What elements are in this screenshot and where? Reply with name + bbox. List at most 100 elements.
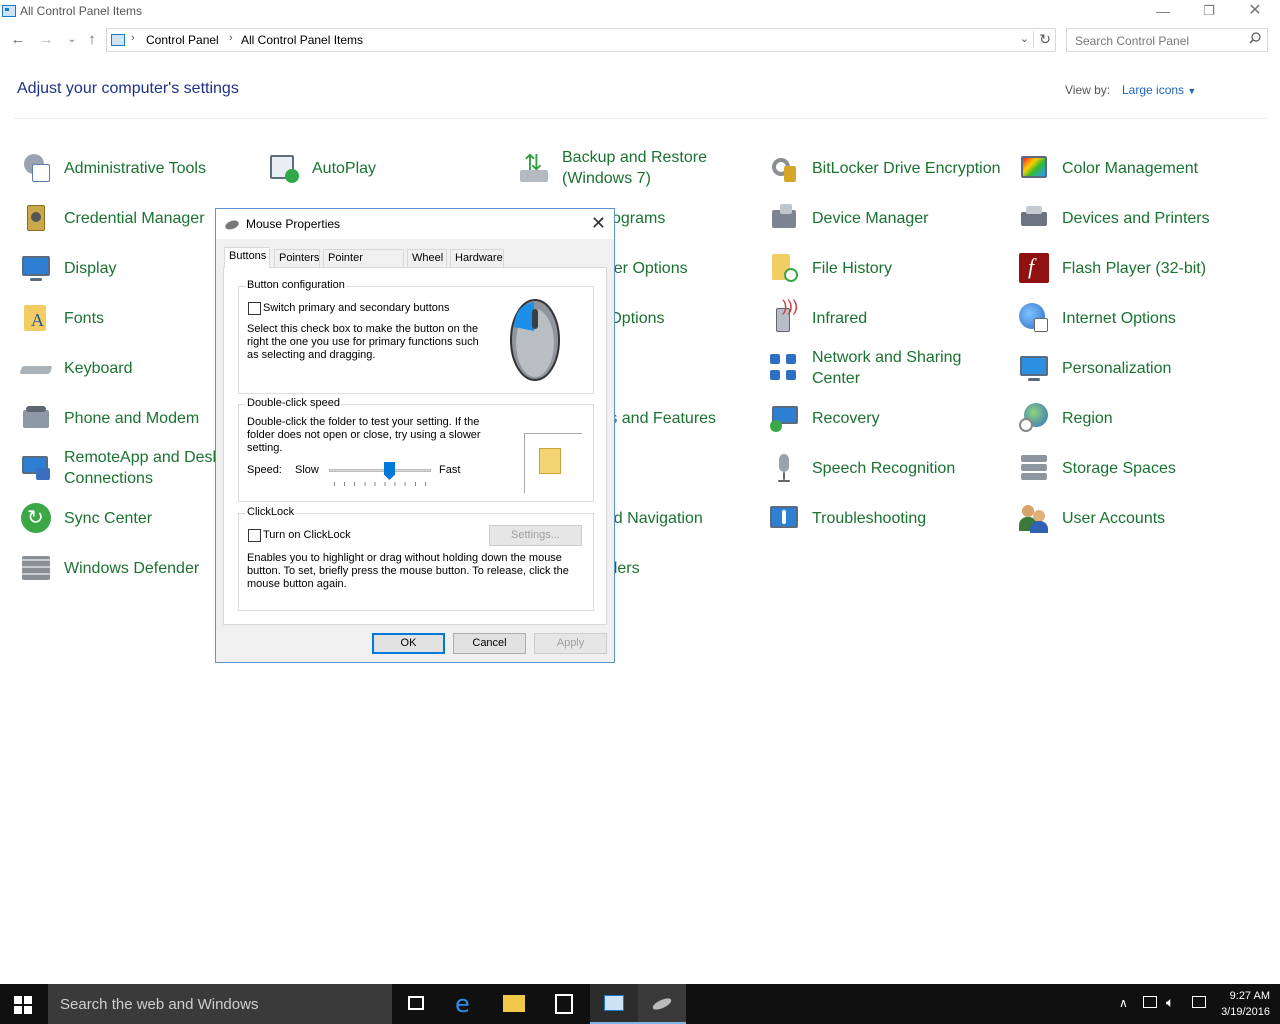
network-tray-icon[interactable] bbox=[1143, 996, 1157, 1008]
item-device-manager[interactable]: Device Manager bbox=[764, 197, 1002, 239]
mouse-properties-taskbar-icon[interactable] bbox=[638, 984, 686, 1024]
system-clock[interactable]: 9:27 AM 3/19/2016 bbox=[1221, 988, 1270, 1020]
restore-button[interactable]: ❐ bbox=[1186, 0, 1232, 24]
tab-pointer-options[interactable]: Pointer Options bbox=[323, 249, 404, 280]
apply-button[interactable]: Apply bbox=[534, 633, 607, 654]
file-history-icon bbox=[768, 252, 800, 284]
item-mouse-and-navigation[interactable]: and Navigation bbox=[596, 497, 746, 539]
item-storage-spaces[interactable]: Storage Spaces bbox=[1014, 447, 1252, 489]
item-internet-options[interactable]: Internet Options bbox=[1014, 297, 1252, 339]
test-folder-area[interactable] bbox=[524, 433, 582, 493]
bitlocker-icon bbox=[768, 152, 800, 184]
clicklock-label[interactable]: Turn on ClickLock bbox=[263, 529, 351, 542]
item-autoplay[interactable]: AutoPlay bbox=[264, 147, 502, 189]
tab-pointers[interactable]: Pointers bbox=[274, 249, 320, 267]
item-indexing-options[interactable]: g Options bbox=[596, 297, 736, 339]
item-label: and Navigation bbox=[596, 509, 703, 527]
taskbar-search-box[interactable]: Search the web and Windows bbox=[48, 984, 392, 1024]
navigation-bar: ← → ⌄ ↑ › Control Panel › All Control Pa… bbox=[0, 26, 1280, 54]
view-by-dropdown[interactable]: Large icons ▼ bbox=[1122, 83, 1196, 97]
view-by-label: View by: bbox=[1065, 83, 1111, 97]
tab-wheel[interactable]: Wheel bbox=[407, 249, 447, 267]
item-programs-and-features[interactable]: ms and Features bbox=[596, 397, 746, 439]
item-region[interactable]: Region bbox=[1014, 397, 1252, 439]
item-label: Devices and Printers bbox=[1062, 209, 1210, 227]
address-bar[interactable]: › Control Panel › All Control Panel Item… bbox=[106, 28, 1056, 52]
page-title: Adjust your computer's settings bbox=[17, 80, 239, 97]
slider-track bbox=[329, 469, 431, 472]
breadcrumb-control-panel[interactable]: Control Panel bbox=[146, 33, 219, 47]
windows-start-icon[interactable] bbox=[14, 996, 32, 1014]
item-infrared[interactable]: ))) Infrared bbox=[764, 297, 1002, 339]
back-arrow-icon[interactable]: ← bbox=[8, 30, 28, 50]
up-arrow-icon[interactable]: ↑ bbox=[82, 30, 102, 50]
search-placeholder: Search Control Panel bbox=[1075, 34, 1190, 48]
edge-browser-icon[interactable]: e bbox=[442, 984, 490, 1024]
store-icon[interactable] bbox=[540, 984, 588, 1024]
item-administrative-tools[interactable]: Administrative Tools bbox=[16, 147, 254, 189]
item-personalization[interactable]: Personalization bbox=[1014, 347, 1252, 389]
item-label: Administrative Tools bbox=[64, 159, 206, 177]
dialog-close-icon[interactable]: ✕ bbox=[591, 213, 606, 234]
item-speech-recognition[interactable]: Speech Recognition bbox=[764, 447, 1002, 489]
cancel-button[interactable]: Cancel bbox=[453, 633, 526, 654]
switch-buttons-label[interactable]: Switch primary and secondary buttons bbox=[263, 302, 449, 315]
tab-hardware[interactable]: Hardware bbox=[450, 249, 504, 267]
recovery-icon bbox=[768, 402, 800, 434]
folder-icon[interactable] bbox=[539, 448, 561, 474]
display-icon bbox=[20, 252, 52, 284]
item-color-management[interactable]: Color Management bbox=[1014, 147, 1252, 189]
control-panel-icon bbox=[2, 5, 16, 17]
tab-buttons[interactable]: Buttons bbox=[224, 247, 270, 268]
minimize-button[interactable]: — bbox=[1140, 0, 1186, 24]
keyboard-icon bbox=[19, 352, 53, 384]
item-label: Flash Player (32-bit) bbox=[1062, 259, 1207, 277]
taskbar-search-placeholder: Search the web and Windows bbox=[60, 996, 259, 1013]
dropdown-triangle-icon: ▼ bbox=[1187, 86, 1197, 96]
item-file-history[interactable]: File History bbox=[764, 247, 1002, 289]
item-recovery[interactable]: Recovery bbox=[764, 397, 1002, 439]
ok-button[interactable]: OK bbox=[372, 633, 445, 654]
printer-icon bbox=[1018, 202, 1050, 234]
close-button[interactable]: ✕ bbox=[1232, 0, 1278, 24]
item-user-accounts[interactable]: User Accounts bbox=[1014, 497, 1252, 539]
network-icon bbox=[768, 352, 800, 384]
item-label: Speech Recognition bbox=[812, 459, 956, 477]
show-hidden-icons-chevron-icon[interactable]: ∧ bbox=[1119, 996, 1128, 1010]
item-devices-and-printers[interactable]: Devices and Printers bbox=[1014, 197, 1252, 239]
slow-label: Slow bbox=[295, 464, 319, 476]
button-config-description: Select this check box to make the button… bbox=[247, 323, 479, 361]
item-bitlocker[interactable]: BitLocker Drive Encryption bbox=[764, 147, 1002, 189]
item-label: Color Management bbox=[1062, 159, 1199, 177]
item-label: Infrared bbox=[812, 309, 868, 327]
item-troubleshooting[interactable]: Troubleshooting bbox=[764, 497, 1002, 539]
control-panel-taskbar-icon[interactable] bbox=[590, 984, 638, 1024]
group-title: Button configuration bbox=[246, 279, 346, 292]
clicklock-settings-button[interactable]: Settings... bbox=[489, 525, 582, 546]
item-label: User Accounts bbox=[1062, 509, 1166, 527]
item-network-sharing[interactable]: Network and Sharing Center bbox=[764, 347, 1002, 389]
switch-buttons-checkbox[interactable] bbox=[248, 302, 261, 315]
item-label: lorer Options bbox=[596, 259, 688, 277]
refresh-icon[interactable]: ↻ bbox=[1033, 31, 1051, 48]
infrared-icon: ))) bbox=[768, 298, 800, 334]
task-view-icon[interactable] bbox=[392, 984, 440, 1024]
search-input[interactable]: Search Control Panel bbox=[1066, 28, 1268, 52]
personalization-icon bbox=[1018, 352, 1050, 384]
dialog-title-bar[interactable]: Mouse Properties ✕ bbox=[216, 209, 614, 239]
double-click-speed-slider[interactable] bbox=[329, 460, 431, 486]
region-globe-icon bbox=[1018, 402, 1050, 434]
recent-locations-chevron-icon[interactable]: ⌄ bbox=[62, 30, 82, 50]
item-flash-player[interactable]: f Flash Player (32-bit) bbox=[1014, 247, 1252, 289]
address-dropdown-icon[interactable]: ⌄ bbox=[1020, 32, 1029, 45]
item-file-explorer-options[interactable]: lorer Options bbox=[596, 247, 736, 289]
forward-arrow-icon[interactable]: → bbox=[36, 30, 56, 50]
file-explorer-icon[interactable] bbox=[490, 984, 538, 1024]
slider-thumb[interactable] bbox=[384, 462, 395, 480]
search-icon bbox=[1249, 32, 1261, 44]
item-backup-and-restore[interactable]: ⇅ Backup and Restore (Windows 7) bbox=[514, 147, 752, 189]
clicklock-checkbox[interactable] bbox=[248, 529, 261, 542]
breadcrumb-all-items[interactable]: All Control Panel Items bbox=[241, 33, 363, 47]
action-center-icon[interactable] bbox=[1192, 996, 1206, 1008]
volume-icon[interactable]: 🔈︎ bbox=[1166, 994, 1174, 1011]
